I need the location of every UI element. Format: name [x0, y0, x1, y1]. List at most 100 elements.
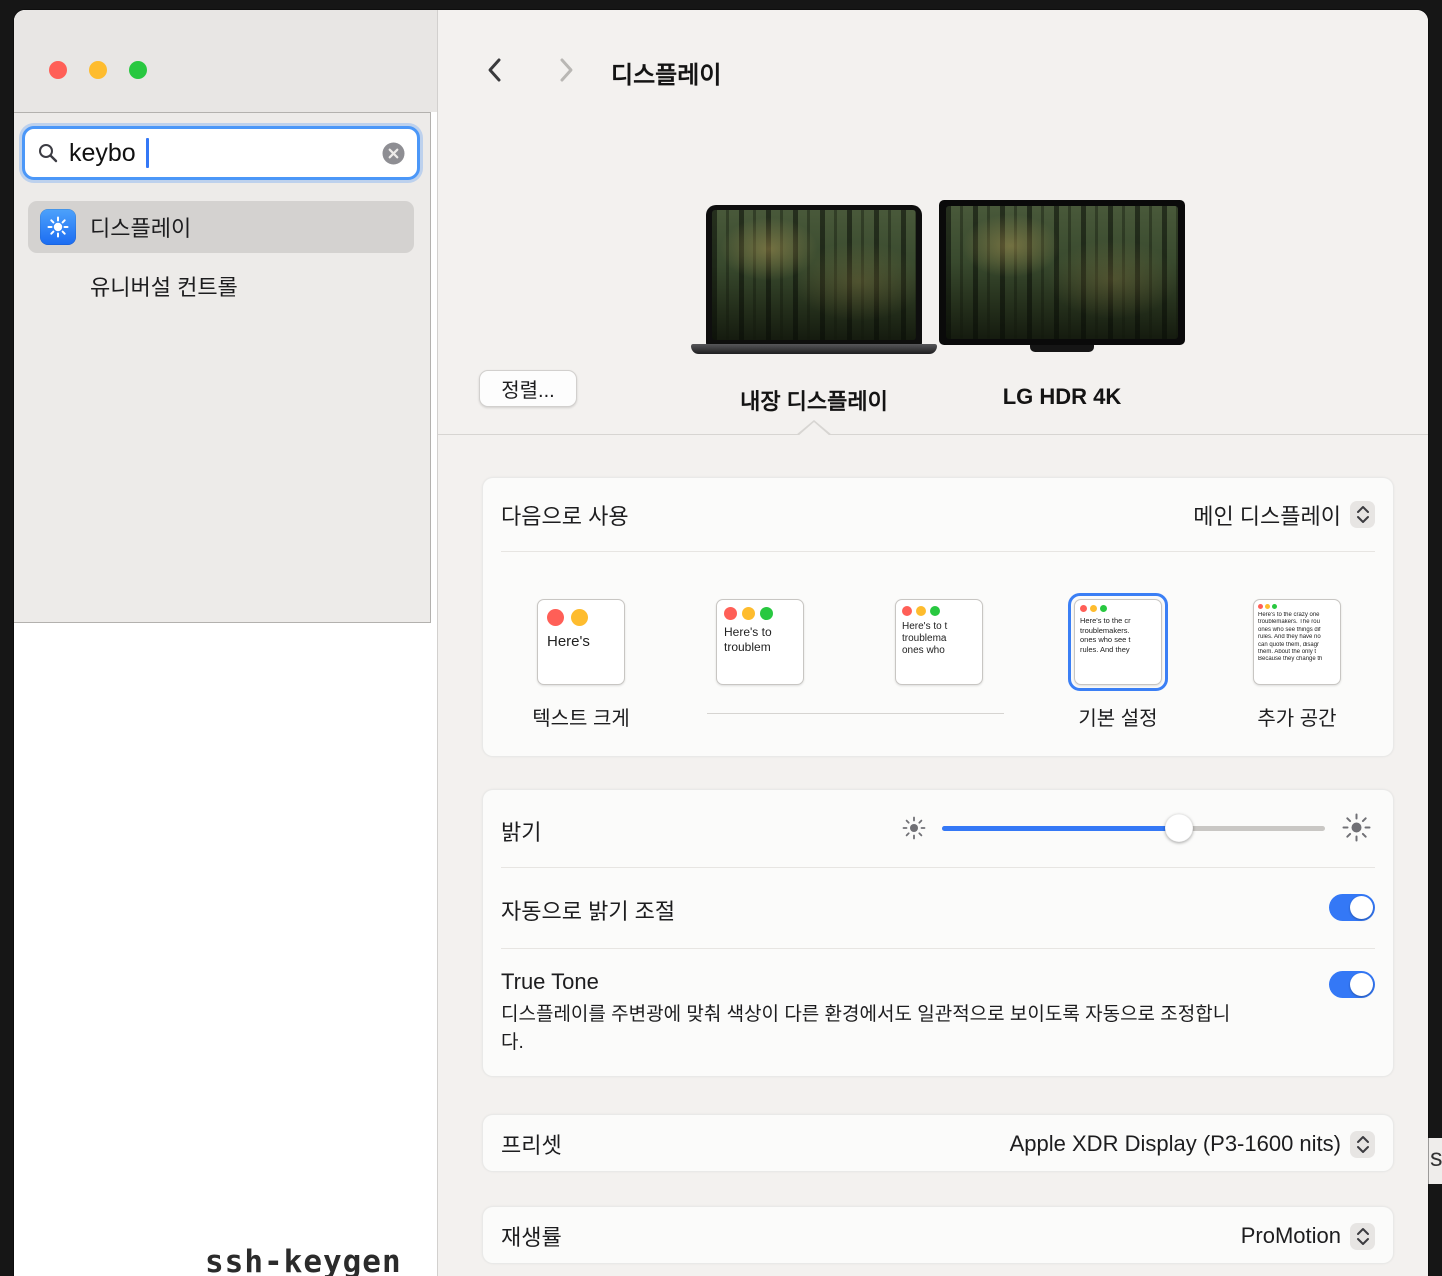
- monitor-stand: [1030, 345, 1094, 352]
- refresh-rate-value: ProMotion: [1241, 1223, 1341, 1249]
- external-display-preview[interactable]: [939, 200, 1185, 345]
- search-icon: [37, 142, 59, 164]
- toggle-knob: [1350, 896, 1373, 919]
- display-brightness-icon: [40, 209, 76, 245]
- titlebar: [14, 10, 437, 112]
- desktop: ssh-keygen s keybo: [0, 0, 1442, 1276]
- scaling-label-more-space: 추가 공간: [1217, 702, 1377, 731]
- brightness-slider-fill: [942, 826, 1179, 831]
- toggle-knob: [1350, 973, 1373, 996]
- scaling-option-3[interactable]: Here's to t troublema ones who: [895, 599, 983, 685]
- preset-card: 프리셋 Apple XDR Display (P3-1600 nits): [482, 1114, 1394, 1172]
- background-window-fragment: s: [1428, 1138, 1442, 1184]
- chevron-up-down-icon: [1354, 504, 1372, 525]
- brightness-label: 밝기: [501, 815, 541, 847]
- text-cursor: [146, 138, 149, 168]
- true-tone-description: 디스플레이를 주변광에 맞춰 색상이 다른 환경에서도 일관적으로 보이도록 자…: [501, 1001, 1245, 1057]
- builtin-display-preview[interactable]: [706, 205, 922, 345]
- brightness-low-icon: [901, 815, 927, 841]
- back-button[interactable]: [479, 54, 511, 86]
- brightness-high-icon: [1341, 812, 1372, 843]
- preview-text-line: rules. And they have no: [1254, 634, 1340, 641]
- clear-search-button[interactable]: [382, 142, 405, 165]
- preview-text-line: troublema: [896, 633, 982, 645]
- preset-dropdown[interactable]: [1350, 1131, 1375, 1158]
- preview-text-line: Here's to the cr: [1075, 616, 1161, 626]
- preset-value: Apple XDR Display (P3-1600 nits): [1010, 1131, 1341, 1157]
- scaling-option-default[interactable]: Here's to the cr troublemakers. ones who…: [1074, 599, 1162, 685]
- resolution-card: 다음으로 사용 메인 디스플레이: [482, 477, 1394, 757]
- sidebar: keybo: [14, 10, 437, 1276]
- preview-window-dots: [1075, 600, 1161, 616]
- minimize-button[interactable]: [89, 61, 107, 79]
- scaling-label-larger-text: 텍스트 크게: [501, 702, 661, 731]
- preview-text-line: Here's: [538, 632, 624, 651]
- row-divider: [501, 867, 1375, 868]
- use-as-dropdown[interactable]: [1350, 501, 1375, 528]
- section-divider: [438, 434, 1428, 435]
- refresh-rate-dropdown[interactable]: [1350, 1223, 1375, 1250]
- preview-text-line: troublemakers.: [1075, 626, 1161, 636]
- search-input[interactable]: keybo: [22, 126, 420, 180]
- preview-window-dots: [538, 600, 624, 632]
- wallpaper-thumbnail: [946, 206, 1178, 339]
- preview-window-dots: [1254, 600, 1340, 612]
- preview-text-line: Here's to the crazy one: [1254, 612, 1340, 619]
- page-title: 디스플레이: [611, 55, 721, 90]
- search-result-label: 디스플레이: [90, 211, 191, 243]
- external-display-label: LG HDR 4K: [962, 384, 1162, 410]
- preview-text-line: Here's to t: [896, 621, 982, 633]
- clear-icon: [382, 142, 405, 165]
- search-result-universal-control[interactable]: 유니버설 컨트롤: [28, 261, 414, 311]
- wallpaper-thumbnail: [712, 210, 916, 340]
- preview-text-line: Because they change th: [1254, 656, 1340, 663]
- row-divider: [501, 551, 1375, 552]
- forward-button[interactable]: [550, 54, 582, 86]
- brightness-slider-thumb[interactable]: [1165, 814, 1193, 842]
- scaling-option-larger-text[interactable]: Here's: [537, 599, 625, 685]
- scaling-option-2[interactable]: Here's to troublem: [716, 599, 804, 685]
- preview-text-line: ones who: [896, 645, 982, 657]
- scaling-option-more-space[interactable]: Here's to the crazy one troublemakers. T…: [1253, 599, 1341, 685]
- preview-text-line: Here's to: [717, 625, 803, 640]
- preview-window-dots: [717, 600, 803, 625]
- search-value: keybo: [69, 139, 136, 168]
- system-settings-window: keybo: [14, 10, 1428, 1276]
- use-as-value: 메인 디스플레이: [1193, 499, 1341, 531]
- preview-text-line: can quote them, disagr: [1254, 642, 1340, 649]
- preview-text-line: ones who see t: [1075, 635, 1161, 645]
- preview-text-line: troublemakers. The rou: [1254, 619, 1340, 626]
- chevron-left-icon: [482, 55, 508, 85]
- background-terminal-text: ssh-keygen: [205, 1244, 402, 1276]
- row-divider: [501, 948, 1375, 949]
- refresh-rate-card: 재생률 ProMotion: [482, 1206, 1394, 1264]
- brightness-card: 밝기: [482, 789, 1394, 1077]
- preview-window-dots: [896, 600, 982, 621]
- auto-brightness-label: 자동으로 밝기 조절: [501, 894, 675, 926]
- refresh-rate-row: 재생률 ProMotion: [483, 1207, 1393, 1265]
- scaling-track-line: [707, 713, 1004, 714]
- preset-row: 프리셋 Apple XDR Display (P3-1600 nits): [483, 1115, 1393, 1173]
- use-as-row: 다음으로 사용 메인 디스플레이: [483, 478, 1393, 551]
- preview-text-line: them. About the only t: [1254, 649, 1340, 656]
- true-tone-toggle[interactable]: [1329, 971, 1375, 998]
- preview-text-line: rules. And they: [1075, 645, 1161, 655]
- builtin-display-label: 내장 디스플레이: [664, 384, 964, 416]
- traffic-lights: [49, 61, 147, 79]
- use-as-label: 다음으로 사용: [501, 499, 629, 531]
- refresh-rate-label: 재생률: [501, 1220, 562, 1252]
- true-tone-label: True Tone: [501, 969, 599, 995]
- scaling-label-default: 기본 설정: [1038, 702, 1198, 731]
- arrange-button[interactable]: 정렬...: [479, 370, 577, 407]
- preset-label: 프리셋: [501, 1128, 562, 1160]
- selected-display-pointer-fill: [798, 422, 830, 436]
- zoom-button[interactable]: [129, 61, 147, 79]
- chevron-up-down-icon: [1354, 1134, 1372, 1155]
- laptop-base: [691, 344, 937, 354]
- close-button[interactable]: [49, 61, 67, 79]
- preview-text-line: ones who see things dif: [1254, 627, 1340, 634]
- auto-brightness-toggle[interactable]: [1329, 894, 1375, 921]
- search-result-displays[interactable]: 디스플레이: [28, 201, 414, 253]
- preview-text-line: troublem: [717, 640, 803, 655]
- chevron-right-icon: [553, 55, 579, 85]
